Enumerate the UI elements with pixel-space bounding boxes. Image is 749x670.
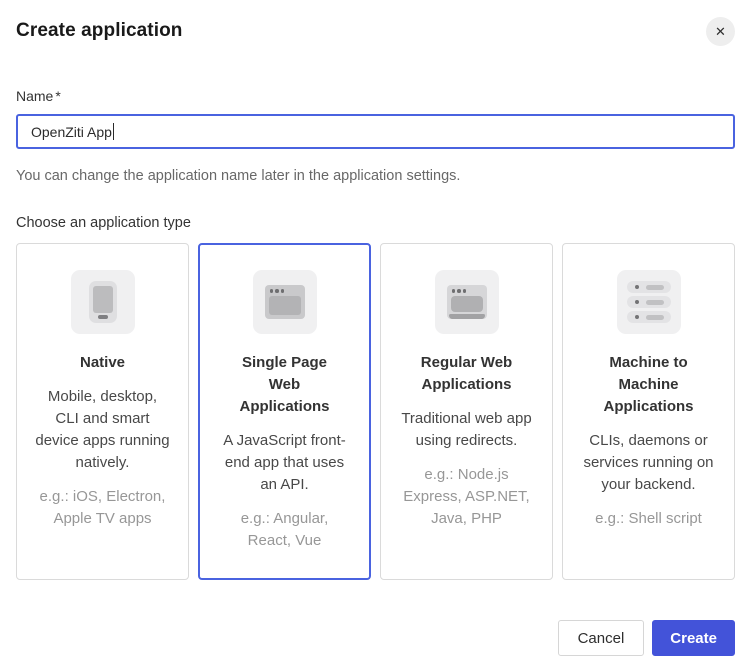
card-example: e.g.: Angular, React, Vue <box>217 508 352 552</box>
dialog-footer: Cancel Create <box>558 620 735 656</box>
required-marker: * <box>55 88 60 104</box>
create-application-dialog: Create application ✕ Name* OpenZiti App … <box>0 0 749 670</box>
text-caret <box>113 123 114 140</box>
application-name-value: OpenZiti App <box>31 124 112 140</box>
card-description: Mobile, desktop, CLI and smart device ap… <box>35 386 170 474</box>
server-stack-icon <box>617 270 681 334</box>
application-type-label: Choose an application type <box>16 215 735 231</box>
browser-window-icon <box>253 270 317 334</box>
card-title: Regular Web Applications <box>408 352 526 396</box>
cancel-button[interactable]: Cancel <box>558 620 645 656</box>
page-title: Create application <box>16 20 735 42</box>
card-description: Traditional web app using redirects. <box>399 408 534 452</box>
card-native[interactable]: Native Mobile, desktop, CLI and smart de… <box>16 243 189 580</box>
application-name-input[interactable]: OpenZiti App <box>16 114 735 149</box>
card-example: e.g.: Node.js Express, ASP.NET, Java, PH… <box>399 464 534 530</box>
card-example: e.g.: Shell script <box>581 508 716 530</box>
dialog-header: Create application ✕ <box>16 0 735 42</box>
card-description: A JavaScript front-end app that uses an … <box>217 430 352 496</box>
card-machine-to-machine[interactable]: Machine to Machine Applications CLIs, da… <box>562 243 735 580</box>
card-description: CLIs, daemons or services running on you… <box>581 430 716 496</box>
card-single-page-web[interactable]: Single Page Web Applications A JavaScrip… <box>198 243 371 580</box>
close-icon: ✕ <box>715 24 726 40</box>
browser-server-icon <box>435 270 499 334</box>
card-title: Single Page Web Applications <box>226 352 344 418</box>
create-button[interactable]: Create <box>652 620 735 656</box>
card-title: Machine to Machine Applications <box>590 352 708 418</box>
card-example: e.g.: iOS, Electron, Apple TV apps <box>35 486 170 530</box>
name-helper-text: You can change the application name late… <box>16 168 735 184</box>
card-title: Native <box>44 352 162 374</box>
name-field-label: Name* <box>16 88 735 104</box>
card-regular-web[interactable]: Regular Web Applications Traditional web… <box>380 243 553 580</box>
close-button[interactable]: ✕ <box>706 17 735 46</box>
application-type-cards: Native Mobile, desktop, CLI and smart de… <box>16 243 735 580</box>
phone-icon <box>71 270 135 334</box>
